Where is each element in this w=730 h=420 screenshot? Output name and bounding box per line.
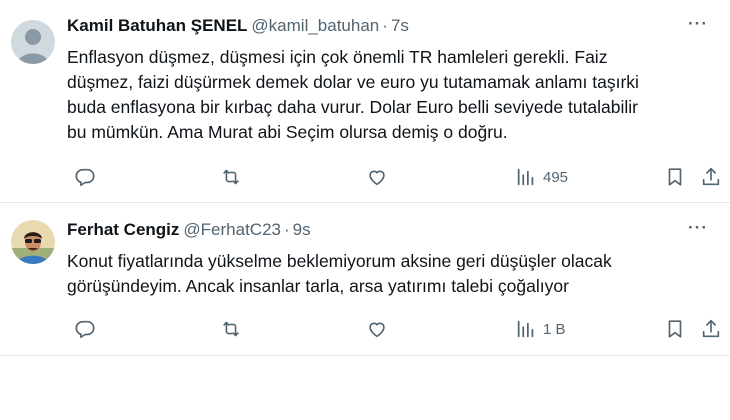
retweet-icon: [223, 321, 239, 337]
author-handle[interactable]: @FerhatC23: [183, 220, 281, 239]
share-icon: [702, 319, 720, 338]
tweet-actions: 1 B: [0, 317, 730, 341]
bookmark-button[interactable]: [664, 317, 686, 341]
retweet-icon: [223, 169, 239, 185]
like-icon: [369, 322, 385, 338]
views-button[interactable]: 495: [515, 165, 568, 189]
retweet-button[interactable]: [220, 165, 242, 189]
tweet-header: Ferhat Cengiz @FerhatC23 · 9s ···: [67, 218, 718, 242]
share-button[interactable]: [700, 317, 722, 341]
retweet-button[interactable]: [220, 317, 242, 341]
tweet-text-line: görüşündeyim. Ancak insanlar tarla, arsa…: [67, 276, 569, 296]
views-button[interactable]: 1 B: [515, 317, 566, 341]
author-handle[interactable]: @kamil_batuhan: [251, 16, 379, 35]
share-icon: [702, 167, 720, 186]
reply-button[interactable]: [74, 165, 96, 189]
share-button[interactable]: [700, 165, 722, 189]
tweet-text-line: buda enflasyona bir kırbaç daha vurur. D…: [67, 97, 639, 117]
separator: ·: [382, 16, 388, 35]
profile-photo: [11, 220, 55, 264]
tweet-actions: 495: [0, 165, 730, 189]
views-count: 1 B: [543, 320, 566, 338]
views-icon: [517, 320, 534, 338]
avatar[interactable]: [11, 220, 55, 264]
default-profile-icon: [11, 20, 55, 64]
bookmark-icon: [668, 168, 682, 186]
separator: ·: [283, 220, 290, 239]
tweet[interactable]: Ferhat Cengiz @FerhatC23 · 9s ··· Konut fiy…: [0, 204, 730, 356]
views-icon: [517, 168, 534, 186]
tweet-text: Enflasyon düşmez, düşmesi için çok öneml…: [67, 45, 716, 145]
tweet-header: Kamil Batuhan ŞENEL @kamil_batuhan · 7s ···: [67, 14, 718, 38]
tweet-text-line: Konut fiyatlarında yükselme beklemiyorum…: [67, 251, 612, 271]
tweet-text-line: bu mümkün. Ama Murat abi Seçim olursa de…: [67, 122, 508, 142]
reply-button[interactable]: [74, 317, 96, 341]
avatar[interactable]: [11, 20, 55, 64]
timestamp[interactable]: 9s: [293, 220, 311, 239]
like-button[interactable]: [366, 165, 388, 189]
tweet-text-line: Enflasyon düşmez, düşmesi için çok öneml…: [67, 47, 608, 67]
timestamp[interactable]: 7s: [391, 16, 409, 35]
like-icon: [369, 170, 385, 186]
tweet-text-line: düşmez, faizi düşürmek demek dolar ve eu…: [67, 72, 639, 92]
author-name[interactable]: Kamil Batuhan ŞENEL: [67, 16, 247, 35]
views-count: 495: [543, 168, 569, 186]
like-button[interactable]: [366, 317, 388, 341]
bookmark-icon: [668, 320, 682, 338]
more-options-icon[interactable]: ···: [686, 14, 710, 38]
reply-icon: [75, 168, 95, 187]
more-options-icon[interactable]: ···: [686, 218, 710, 242]
author-name[interactable]: Ferhat Cengiz: [67, 220, 179, 239]
tweet[interactable]: Kamil Batuhan ŞENEL @kamil_batuhan · 7s ···…: [0, 0, 730, 203]
tweet-text: Konut fiyatlarında yükselme beklemiyorum…: [67, 249, 716, 299]
reply-icon: [75, 320, 95, 339]
bookmark-button[interactable]: [664, 165, 686, 189]
